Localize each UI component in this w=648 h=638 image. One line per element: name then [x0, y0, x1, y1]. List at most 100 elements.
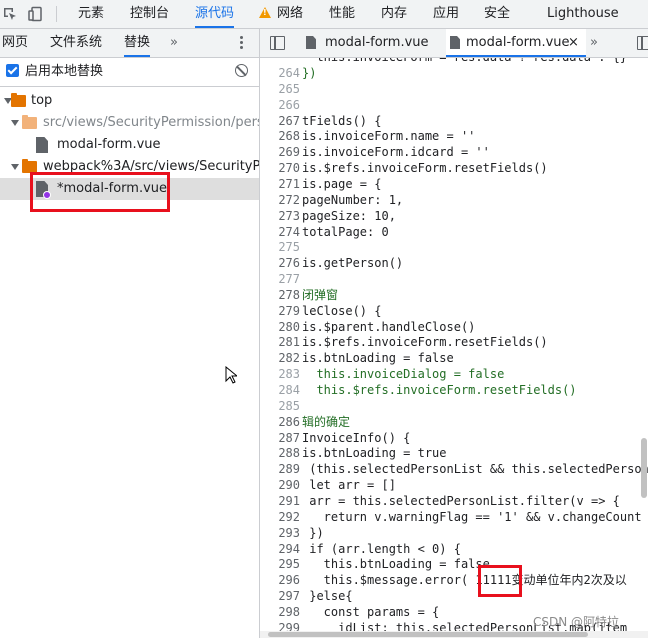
- line-number[interactable]: 291: [260, 493, 300, 509]
- line-number[interactable]: 265: [260, 81, 300, 97]
- line-number[interactable]: 268: [260, 128, 300, 144]
- tab-network[interactable]: 网络: [277, 0, 303, 28]
- line-number[interactable]: 278: [260, 287, 300, 303]
- tree-item-folder-personm[interactable]: src/views/SecurityPermission/personM: [0, 112, 259, 134]
- tab-memory[interactable]: 内存: [381, 0, 407, 28]
- file-icon: [450, 36, 460, 49]
- code-line: 272 pageNumber: 1,: [260, 192, 648, 208]
- line-number[interactable]: 281: [260, 334, 300, 350]
- tab-lighthouse[interactable]: Lighthouse: [547, 0, 619, 28]
- more-options-icon[interactable]: [240, 36, 243, 51]
- line-number[interactable]: 294: [260, 541, 300, 557]
- code-text: pageNumber: 1,: [302, 192, 404, 207]
- code-line: 265: [260, 81, 648, 97]
- tree-label: modal-form.vue: [57, 137, 161, 152]
- code-editor[interactable]: this.invoiceForm = res.data ? res.data :…: [260, 58, 648, 638]
- line-number[interactable]: 297: [260, 588, 300, 604]
- tab-overrides[interactable]: 替换: [124, 29, 151, 57]
- expand-arrow-icon[interactable]: [11, 120, 19, 126]
- file-icon: [36, 137, 48, 153]
- tab-page[interactable]: 网页: [2, 29, 28, 57]
- code-text: totalPage: 0: [302, 224, 389, 239]
- warning-icon: [259, 7, 271, 18]
- code-text: is.invoiceForm.idcard = '': [302, 145, 490, 160]
- code-line: 270 is.$refs.invoiceForm.resetFields(): [260, 160, 648, 176]
- line-number[interactable]: 290: [260, 477, 300, 493]
- code-line: 280 is.$parent.handleClose(): [260, 319, 648, 335]
- clear-overrides-icon[interactable]: [235, 64, 248, 77]
- line-number[interactable]: 276: [260, 255, 300, 271]
- code-text: pageSize: 10,: [302, 208, 396, 223]
- enable-overrides-checkbox[interactable]: [6, 64, 19, 77]
- code-text: }): [302, 66, 317, 80]
- line-number[interactable]: 287: [260, 430, 300, 446]
- tab-console[interactable]: 控制台: [130, 0, 169, 28]
- line-number[interactable]: 274: [260, 224, 300, 240]
- code-text: InvoiceInfo() {: [302, 430, 411, 445]
- line-number[interactable]: 272: [260, 192, 300, 208]
- line-number[interactable]: 295: [260, 556, 300, 572]
- close-icon[interactable]: ×: [568, 29, 579, 57]
- tab-application[interactable]: 应用: [433, 0, 459, 28]
- toggle-debugger-icon[interactable]: [637, 36, 648, 50]
- line-number[interactable]: 273: [260, 208, 300, 224]
- vertical-scrollbar[interactable]: [640, 58, 648, 631]
- line-number[interactable]: 266: [260, 97, 300, 113]
- code-text: }): [302, 525, 324, 540]
- line-number[interactable]: 275: [260, 239, 300, 255]
- line-number[interactable]: 283: [260, 366, 300, 382]
- line-number[interactable]: 288: [260, 445, 300, 461]
- folder-icon: [22, 115, 37, 129]
- line-number[interactable]: 293: [260, 525, 300, 541]
- tab-elements[interactable]: 元素: [78, 0, 104, 28]
- sources-navigator: 网页 文件系统 替换 » 启用本地替换 top src/views/Securi…: [0, 29, 260, 638]
- tree-item-file-modal-form[interactable]: modal-form.vue: [0, 134, 259, 156]
- code-text: let arr = []: [302, 478, 396, 493]
- code-text: is.$refs.invoiceForm.resetFields(): [302, 335, 548, 350]
- line-number[interactable]: 289: [260, 461, 300, 477]
- line-number[interactable]: 282: [260, 350, 300, 366]
- line-number[interactable]: 296: [260, 572, 300, 588]
- line-number[interactable]: 264: [260, 65, 300, 81]
- tab-filesystem[interactable]: 文件系统: [50, 29, 102, 57]
- code-line: 267 tFields() {: [260, 113, 648, 129]
- code-line: 282 is.btnLoading = false: [260, 350, 648, 366]
- tab-sources[interactable]: 源代码: [195, 0, 235, 28]
- inspect-element-icon[interactable]: [2, 6, 18, 22]
- line-number[interactable]: 292: [260, 509, 300, 525]
- line-number[interactable]: 269: [260, 144, 300, 160]
- code-line: 292 return v.warningFlag == '1' && v.cha…: [260, 509, 648, 525]
- code-text: arr = this.selectedPersonList.filter(v =…: [302, 493, 620, 508]
- expand-arrow-icon[interactable]: [11, 164, 19, 170]
- code-text: return v.warningFlag == '1' && v.changeC…: [302, 509, 642, 524]
- tree-label: top: [31, 93, 53, 108]
- editor-tab-1[interactable]: modal-form.vue: [296, 29, 446, 57]
- line-number[interactable]: 280: [260, 319, 300, 335]
- line-number[interactable]: 298: [260, 604, 300, 620]
- code-line: 288 is.btnLoading = true: [260, 445, 648, 461]
- horizontal-scrollbar[interactable]: [260, 631, 648, 638]
- line-number[interactable]: 271: [260, 176, 300, 192]
- line-number[interactable]: 286: [260, 414, 300, 430]
- code-text: this.invoiceForm = res.data ? res.data :…: [302, 58, 627, 65]
- line-number[interactable]: 284: [260, 382, 300, 398]
- line-number[interactable]: 270: [260, 160, 300, 176]
- tab-security[interactable]: 安全: [484, 0, 510, 28]
- toggle-navigator-icon[interactable]: [270, 36, 285, 50]
- device-toolbar-icon[interactable]: [28, 6, 44, 22]
- code-line: 291 arr = this.selectedPersonList.filter…: [260, 493, 648, 509]
- line-number[interactable]: 285: [260, 398, 300, 414]
- tab-performance[interactable]: 性能: [329, 0, 355, 28]
- line-number[interactable]: 277: [260, 271, 300, 287]
- line-number[interactable]: 267: [260, 113, 300, 129]
- more-tabs-icon[interactable]: »: [170, 29, 178, 57]
- tree-item-top[interactable]: top: [0, 90, 259, 112]
- line-number[interactable]: 279: [260, 303, 300, 319]
- editor-pane: modal-form.vue modal-form.vue × » this.i…: [260, 29, 648, 638]
- watermark: CSDN @阿特拉: [533, 615, 620, 629]
- editor-tab-2[interactable]: modal-form.vue ×: [446, 29, 586, 57]
- code-line: 264}): [260, 65, 648, 81]
- code-line: 289 (this.selectedPersonList && this.sel…: [260, 461, 648, 477]
- more-tabs-icon[interactable]: »: [590, 29, 598, 57]
- editor-tabs: modal-form.vue modal-form.vue × »: [260, 29, 648, 58]
